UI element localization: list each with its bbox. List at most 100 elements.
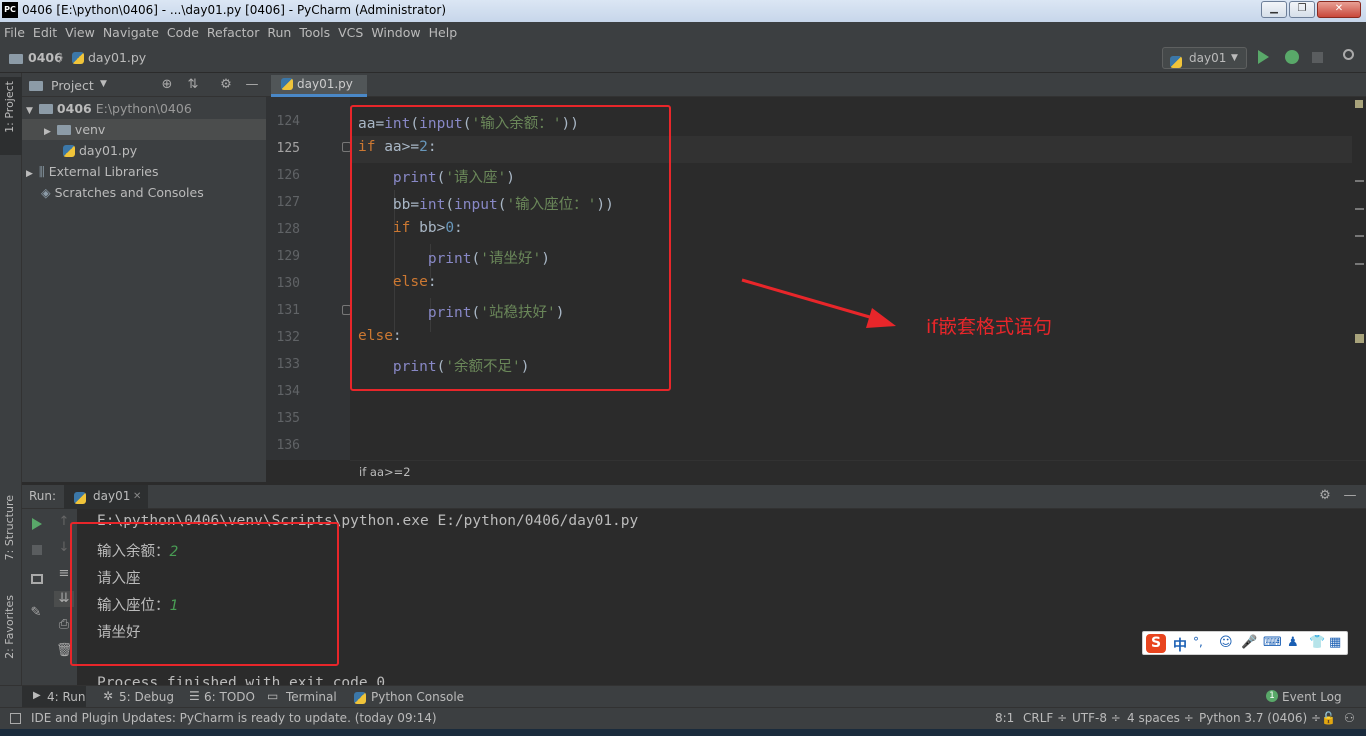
menu-view[interactable]: View [61, 22, 99, 40]
tab-terminal[interactable]: Terminal [286, 690, 337, 704]
python-console-icon [354, 691, 370, 705]
menu-help[interactable]: Help [425, 22, 462, 40]
project-view-select[interactable]: Project [51, 78, 94, 93]
tree-item-day01[interactable]: day01.py [22, 140, 266, 161]
menu-edit[interactable]: Edit [29, 22, 61, 40]
tab-favorites[interactable]: 2: Favorites [3, 595, 16, 659]
close-tab-icon[interactable]: ✕ [133, 491, 141, 502]
input-method-bar[interactable]: S 中 °, ☺ 🎤 ⌨ ♟ 👕 ▦ [1142, 631, 1348, 655]
status-message[interactable]: IDE and Plugin Updates: PyCharm is ready… [31, 711, 437, 725]
run-icon[interactable] [1258, 50, 1269, 64]
project-panel-header: Project ▼ ⊕ ⇅ ⚙ — [22, 73, 266, 97]
ime-mode[interactable]: 中 [1173, 635, 1187, 655]
status-encoding[interactable]: UTF-8 ÷ [1072, 711, 1121, 725]
editor-scrollbar[interactable] [1352, 97, 1366, 460]
close-window-button[interactable]: ✕ [1317, 1, 1361, 18]
hide-panel-icon[interactable]: — [244, 77, 260, 93]
line-number: 132 [276, 330, 300, 345]
ime-toolbox-icon[interactable]: ▦ [1329, 635, 1341, 650]
line-number: 131 [276, 303, 300, 318]
tab-run[interactable]: 4: Run [47, 690, 86, 704]
run-tab-label: day01 [93, 489, 131, 503]
status-interpreter[interactable]: Python 3.7 (0406) ÷ [1199, 711, 1321, 725]
tree-item-scratches[interactable]: ◈ Scratches and Consoles [22, 182, 266, 203]
tab-debug[interactable]: 5: Debug [119, 690, 174, 704]
run-panel-label: Run: [29, 489, 57, 503]
menu-navigate[interactable]: Navigate [99, 22, 163, 40]
python-file-icon [72, 51, 88, 65]
menu-file[interactable]: File [0, 22, 29, 40]
line-number: 133 [276, 357, 300, 372]
hide-panel-icon[interactable]: — [1342, 488, 1358, 504]
tree-item-label: Scratches and Consoles [54, 185, 204, 200]
todo-icon: ☰ [189, 689, 200, 703]
tree-item-venv[interactable]: ▶ venv [22, 119, 266, 140]
locate-icon[interactable]: ⊕ [159, 77, 175, 93]
tree-item-label: External Libraries [48, 164, 159, 179]
status-indent[interactable]: 4 spaces ÷ [1127, 711, 1194, 725]
ime-skin-icon[interactable]: 👕 [1309, 635, 1325, 650]
menu-tools[interactable]: Tools [295, 22, 334, 40]
breadcrumb-file[interactable]: day01.py [88, 50, 146, 65]
ime-logo-icon: S [1146, 634, 1166, 653]
status-line-separator[interactable]: CRLF ÷ [1023, 711, 1067, 725]
pin-icon[interactable]: ✎ [28, 605, 44, 621]
annotation-text: if嵌套格式语句 [926, 316, 1052, 338]
stop-icon[interactable] [32, 545, 42, 555]
tree-item-label: day01.py [79, 143, 138, 158]
editor-tab-day01[interactable]: day01.py ✕ [271, 75, 367, 110]
menu-code[interactable]: Code [163, 22, 203, 40]
maximize-button[interactable]: ❐ [1289, 1, 1315, 18]
folder-icon [9, 52, 27, 66]
tree-item-path: E:\python\0406 [95, 101, 192, 116]
stop-icon[interactable] [1312, 52, 1323, 63]
ime-punctuation-icon[interactable]: °, [1193, 635, 1203, 649]
code-breadcrumb[interactable]: if aa>=2 [350, 460, 1366, 482]
line-number: 134 [276, 384, 300, 399]
memory-indicator-icon[interactable]: ⚇ [1344, 711, 1355, 725]
tab-todo[interactable]: 6: TODO [204, 690, 255, 704]
menu-bar: File Edit View Navigate Code Refactor Run Tools… [0, 22, 1366, 43]
lock-icon[interactable]: 🔓 [1321, 711, 1336, 725]
gear-icon[interactable]: ⚙ [1317, 488, 1333, 504]
tab-event-log[interactable]: Event Log [1282, 690, 1342, 704]
line-number: 129 [276, 249, 300, 264]
tab-project[interactable]: 1: Project [3, 81, 16, 133]
ime-keyboard-icon[interactable]: ⌨ [1263, 635, 1282, 650]
chevron-down-icon[interactable]: ▼ [100, 79, 107, 89]
scroll-marker [1355, 235, 1364, 237]
update-icon[interactable] [10, 713, 21, 724]
line-number: 125 [276, 141, 300, 156]
collapse-icon[interactable]: ⇅ [185, 77, 201, 93]
tab-structure[interactable]: 7: Structure [3, 495, 16, 560]
layout-icon[interactable] [31, 574, 43, 584]
run-icon: ▶ [33, 690, 41, 701]
run-config-select[interactable]: day01 ▼ [1162, 47, 1247, 69]
menu-run[interactable]: Run [263, 22, 295, 40]
gear-icon[interactable]: ⚙ [218, 77, 234, 93]
editor-tab-bar [266, 73, 1366, 97]
menu-refactor[interactable]: Refactor [203, 22, 263, 40]
ime-voice-icon[interactable]: 🎤 [1241, 635, 1257, 650]
menu-vcs[interactable]: VCS [334, 22, 367, 40]
code-highlight-box [350, 105, 671, 391]
status-position[interactable]: 8:1 [995, 711, 1014, 725]
menu-window[interactable]: Window [367, 22, 424, 40]
inspection-marker-icon [1355, 100, 1363, 108]
ime-user-icon[interactable]: ♟ [1287, 635, 1299, 650]
minimize-button[interactable]: ▁ [1261, 1, 1287, 18]
rerun-icon[interactable] [32, 518, 42, 530]
tree-item-root[interactable]: ▼ 0406 E:\python\0406 [22, 98, 266, 119]
scratches-icon: ◈ [41, 185, 51, 200]
ime-emoji-icon[interactable]: ☺ [1219, 635, 1233, 650]
tab-python-console[interactable]: Python Console [371, 690, 464, 704]
search-everywhere-icon[interactable] [1343, 49, 1354, 60]
pycharm-logo-icon: PC [2, 2, 18, 18]
tree-item-label: venv [74, 122, 106, 137]
debug-icon[interactable] [1285, 50, 1299, 64]
line-number: 130 [276, 276, 300, 291]
tree-item-external-libraries[interactable]: ▶ ⫼ External Libraries [22, 161, 266, 182]
python-file-icon [63, 145, 75, 157]
line-number: 128 [276, 222, 300, 237]
project-view-icon [29, 79, 47, 93]
